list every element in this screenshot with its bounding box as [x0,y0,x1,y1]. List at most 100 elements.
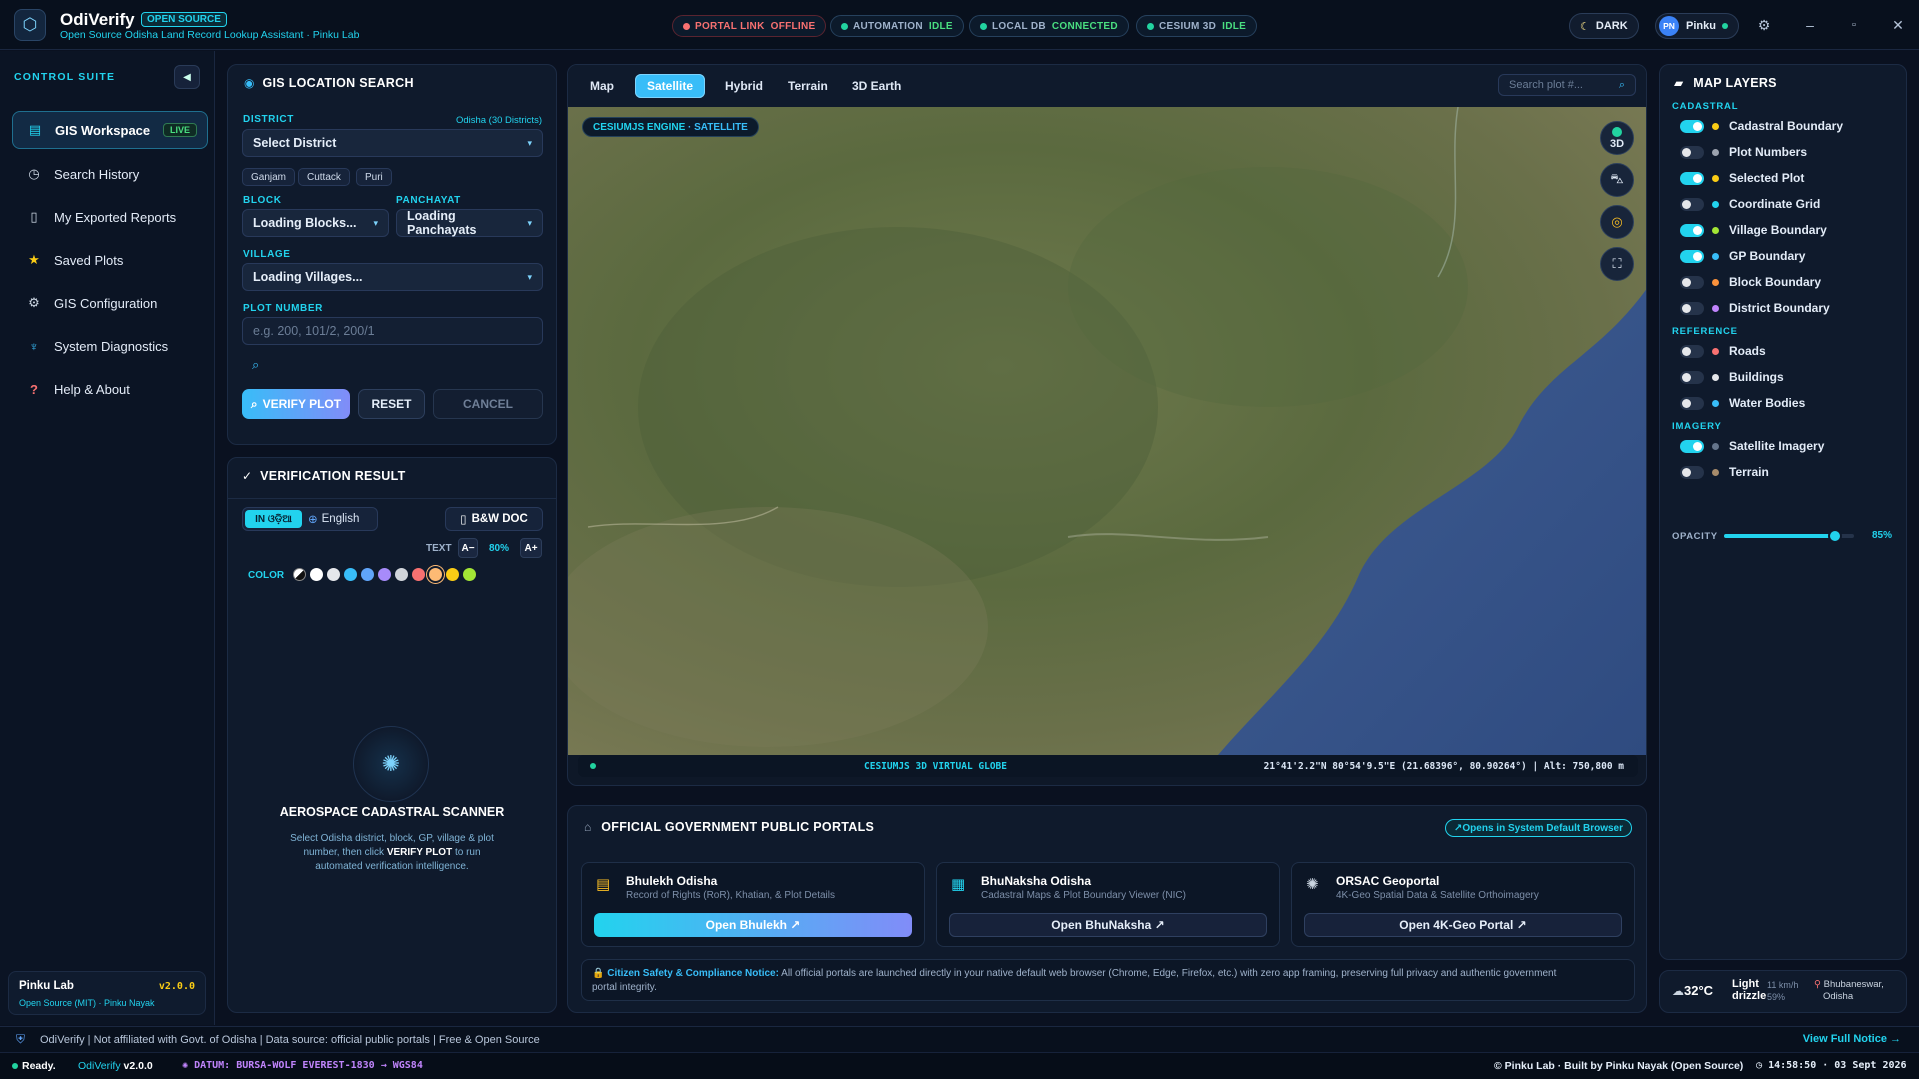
search-icon[interactable]: ⌕ [252,357,259,373]
lang-english-button[interactable]: ⊕ English [308,510,359,528]
color-swatch[interactable] [344,568,357,581]
3d-view-button[interactable]: 3D [1600,121,1634,155]
layer-toggle[interactable] [1680,249,1704,263]
open-bhulekh-button[interactable]: Open Bhulekh ↗ [594,913,912,937]
tab-satellite[interactable]: Satellite [635,74,705,98]
text-increase-button[interactable]: A+ [520,538,542,558]
layer-row-block-boundary[interactable]: Block Boundary [1680,272,1821,292]
color-swatch[interactable] [310,568,323,581]
sidebar-item-gis-workspace[interactable]: ▤ GIS Workspace LIVE [12,111,208,149]
layer-toggle[interactable] [1680,223,1704,237]
verify-plot-button[interactable]: ⌕ VERIFY PLOT [242,389,350,419]
layer-toggle[interactable] [1680,465,1704,479]
theme-toggle-button[interactable]: ☾ DARK [1569,13,1639,39]
footer-license: Open Source (MIT) · Pinku Nayak [19,998,155,1008]
layer-toggle[interactable] [1680,119,1704,133]
layer-row-buildings[interactable]: Buildings [1680,367,1784,387]
status-cesium-3d: CESIUM 3D IDLE [1136,15,1258,37]
layer-row-cadastral-boundary[interactable]: Cadastral Boundary [1680,116,1843,136]
layer-toggle[interactable] [1680,197,1704,211]
sidebar-item-exported-reports[interactable]: ▯ My Exported Reports [12,198,208,236]
color-swatch[interactable] [327,568,340,581]
open-bhunaksha-button[interactable]: Open BhuNaksha ↗ [949,913,1267,937]
color-swatch-bw[interactable] [293,568,306,581]
opacity-slider-handle[interactable] [1827,529,1842,543]
map-search-input[interactable]: Search plot #... ⌕ [1498,74,1636,96]
text-decrease-button[interactable]: A− [458,538,478,558]
portal-desc: 4K-Geo Spatial Data & Satellite Orthoima… [1336,890,1539,901]
gear-icon[interactable]: ⚙ [1752,14,1776,36]
panel-title: MAP LAYERS [1693,76,1777,90]
bw-doc-button[interactable]: ▯ B&W DOC [445,507,543,531]
layer-toggle[interactable] [1680,396,1704,410]
color-swatch[interactable] [429,568,442,581]
opacity-slider[interactable] [1724,529,1854,543]
district-chip-puri[interactable]: Puri [356,168,392,186]
close-icon[interactable]: ✕ [1886,14,1910,36]
collapse-sidebar-button[interactable]: ◀ [174,65,200,89]
layer-toggle[interactable] [1680,171,1704,185]
plot-number-input[interactable]: e.g. 200, 101/2, 200/1 [242,317,543,345]
layer-row-coordinate-grid[interactable]: Coordinate Grid [1680,194,1820,214]
district-chip-ganjam[interactable]: Ganjam [242,168,296,186]
layer-row-district-boundary[interactable]: District Boundary [1680,298,1830,318]
block-select[interactable]: Loading Blocks... ▾ [242,209,389,237]
district-chip-cuttack[interactable]: Cuttack [298,168,350,186]
layer-color-dot-icon [1712,399,1719,407]
color-swatch[interactable] [378,568,391,581]
compass-icon: ◎ [1611,214,1623,229]
color-label: COLOR [248,570,285,581]
wind-humidity: 11 km/h 59% [1767,980,1799,1002]
tab-hybrid[interactable]: Hybrid [715,74,773,98]
layer-color-dot-icon [1712,148,1719,156]
color-swatch[interactable] [463,568,476,581]
user-menu-button[interactable]: PN Pinku [1655,13,1739,39]
satellite-imagery[interactable] [568,107,1647,755]
layer-row-selected-plot[interactable]: Selected Plot [1680,168,1804,188]
color-swatch[interactable] [395,568,408,581]
layer-row-village-boundary[interactable]: Village Boundary [1680,220,1827,240]
tab-terrain[interactable]: Terrain [778,74,838,98]
fullscreen-button[interactable]: ⛶ [1600,247,1634,281]
color-swatch[interactable] [361,568,374,581]
open-orsac-button[interactable]: Open 4K-Geo Portal ↗ [1304,913,1622,937]
sidebar-item-saved-plots[interactable]: ★ Saved Plots [12,241,208,279]
lang-odia-button[interactable]: IN ଓଡ଼ିଆ [245,510,302,528]
maximize-icon[interactable]: ▫ [1842,14,1866,36]
sidebar-item-system-diagnostics[interactable]: ♆ System Diagnostics [12,327,208,365]
reset-button[interactable]: RESET [358,389,425,419]
status-dot-icon [683,22,690,30]
minimize-icon[interactable]: – [1798,14,1822,36]
sidebar-item-gis-configuration[interactable]: ⚙ GIS Configuration [12,284,208,322]
map-viewer: Map Satellite Hybrid Terrain 3D Earth Se… [567,64,1647,786]
view-full-notice-link[interactable]: View Full Notice → [1803,1033,1901,1045]
layer-row-roads[interactable]: Roads [1680,341,1766,361]
layer-row-terrain[interactable]: Terrain [1680,462,1769,482]
layer-toggle[interactable] [1680,275,1704,289]
sidebar-item-help-about[interactable]: ? Help & About [12,370,208,408]
color-swatch[interactable] [412,568,425,581]
color-swatch[interactable] [446,568,459,581]
layer-row-water-bodies[interactable]: Water Bodies [1680,393,1805,413]
status-portal-link: PORTAL LINK OFFLINE [672,15,827,37]
sidebar-heading: CONTROL SUITE [14,71,116,83]
tab-map[interactable]: Map [580,74,624,98]
layer-toggle[interactable] [1680,344,1704,358]
tab-3d-earth[interactable]: 3D Earth [842,74,911,98]
panchayat-select[interactable]: Loading Panchayats ▾ [396,209,543,237]
camera-view-button[interactable]: ⛍ [1600,163,1634,197]
layer-row-plot-numbers[interactable]: Plot Numbers [1680,142,1807,162]
district-select[interactable]: Select District ▾ [242,129,543,157]
sidebar-item-search-history[interactable]: ◷ Search History [12,155,208,193]
compass-button[interactable]: ◎ [1600,205,1634,239]
open-source-badge: OPEN SOURCE [141,12,227,27]
cancel-button[interactable]: CANCEL [433,389,543,419]
village-select[interactable]: Loading Villages... ▾ [242,263,543,291]
satellite-icon: ✺ [1306,876,1319,893]
layer-toggle[interactable] [1680,145,1704,159]
layer-toggle[interactable] [1680,439,1704,453]
layer-toggle[interactable] [1680,301,1704,315]
layer-row-gp-boundary[interactable]: GP Boundary [1680,246,1805,266]
layer-toggle[interactable] [1680,370,1704,384]
layer-row-satellite-imagery[interactable]: Satellite Imagery [1680,436,1824,456]
